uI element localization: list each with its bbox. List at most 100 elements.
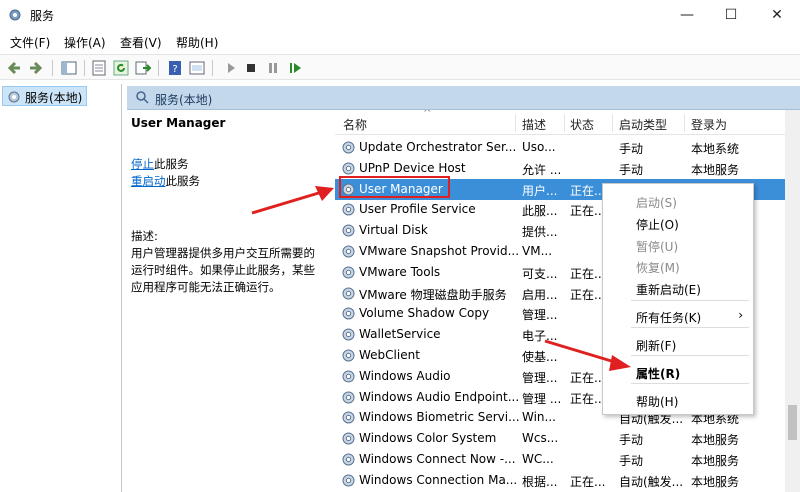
column-separator <box>684 114 685 132</box>
column-header-name[interactable]: 名称 <box>343 116 367 133</box>
context-menu-item: 恢复(M) <box>603 255 753 276</box>
service-gear-icon <box>342 391 355 404</box>
service-gear-icon <box>342 266 355 279</box>
context-menu-item[interactable]: 属性(R) <box>603 361 753 382</box>
context-menu-label: 所有任务(K) <box>636 311 702 325</box>
menu-file[interactable]: 文件(F) <box>10 34 50 51</box>
service-name: Windows Audio Endpoint... <box>359 389 519 404</box>
column-header-description[interactable]: 描述 <box>522 116 546 133</box>
service-gear-icon <box>342 328 355 341</box>
restart-link-suffix: 此服务 <box>165 174 201 188</box>
service-name: WebClient <box>359 348 420 362</box>
tree-item-label: 服务(本地) <box>25 91 83 105</box>
refresh-icon[interactable] <box>112 59 130 77</box>
menu-action[interactable]: 操作(A) <box>64 34 106 51</box>
export-list-icon[interactable] <box>134 59 152 77</box>
search-icon <box>136 91 149 104</box>
service-startup-type: 手动 <box>619 454 644 468</box>
scrollbar-thumb[interactable] <box>788 405 797 440</box>
service-gear-icon <box>342 370 355 383</box>
pane-header: 服务(本地) <box>127 86 800 110</box>
service-description: 用户... <box>522 183 558 198</box>
menu-help[interactable]: 帮助(H) <box>176 34 218 51</box>
console-tree-icon[interactable] <box>60 59 78 77</box>
service-startup-type: 手动 <box>619 162 644 177</box>
context-menu: 启动(S) 停止(O) 暂停(U) 恢复(M) 重新启动(E) 所有任务(K) › 刷新(F)… <box>602 183 754 415</box>
context-menu-label: 属性(R) <box>636 367 681 381</box>
column-header-logon[interactable]: 登录为 <box>691 116 727 133</box>
tree-item-services-local[interactable]: 服务(本地) <box>2 86 88 106</box>
description-line: 运行时组件。如果停止此服务，某些 <box>131 263 315 277</box>
submenu-arrow-icon: › <box>738 308 743 322</box>
service-row[interactable]: Windows Connect Now -... WC... 手动 本地服务 <box>335 449 785 470</box>
context-menu-item[interactable]: 所有任务(K) › <box>603 305 753 326</box>
service-description: 启用... <box>522 287 558 302</box>
sort-ascending-icon: ^ <box>423 110 432 119</box>
column-header-startup-type[interactable]: 启动类型 <box>619 116 667 133</box>
menu-view[interactable]: 查看(V) <box>120 34 162 51</box>
maximize-button[interactable]: ☐ <box>708 0 754 30</box>
stop-link-suffix: 此服务 <box>154 157 189 171</box>
context-menu-item: 暂停(U) <box>603 234 753 255</box>
back-arrow-icon[interactable] <box>6 59 24 77</box>
vertical-scrollbar[interactable] <box>785 110 800 492</box>
context-menu-label: 启动(S) <box>636 196 677 210</box>
stop-service-icon[interactable] <box>242 59 260 77</box>
service-name: VMware Tools <box>359 264 441 279</box>
context-menu-label: 停止(O) <box>636 218 679 232</box>
description-label: 描述: <box>131 229 158 243</box>
service-gear-icon <box>342 307 355 320</box>
menu-bar: 文件(F) 操作(A) 查看(V) 帮助(H) <box>0 32 800 52</box>
start-service-icon[interactable] <box>222 59 240 77</box>
service-gear-icon <box>342 162 355 175</box>
close-button[interactable]: ✕ <box>754 0 800 30</box>
context-menu-label: 重新启动(E) <box>636 283 701 297</box>
minimize-button[interactable]: — <box>664 0 710 30</box>
service-logon-as: 本地服务 <box>691 474 740 489</box>
service-startup-type: 手动 <box>619 433 644 448</box>
service-name: Update Orchestrator Ser... <box>359 140 517 154</box>
service-logon-as: 本地服务 <box>691 454 740 468</box>
service-description: Wcs... <box>522 431 559 446</box>
context-menu-label: 恢复(M) <box>636 261 680 275</box>
column-separator <box>612 114 613 132</box>
context-menu-separator <box>631 355 749 356</box>
service-description: WC... <box>522 452 554 466</box>
service-status: 正在... <box>570 474 606 489</box>
context-menu-item[interactable]: 刷新(F) <box>603 333 753 354</box>
context-menu-separator <box>631 383 749 384</box>
context-menu-label: 帮助(H) <box>636 395 679 409</box>
context-menu-item[interactable]: 帮助(H) <box>603 389 753 410</box>
toolbar: ? <box>0 54 800 80</box>
restart-service-link[interactable]: 重启动 <box>131 174 166 188</box>
service-name: Windows Color System <box>359 431 497 446</box>
service-description: Win... <box>522 410 556 425</box>
service-name: Windows Connection Ma... <box>359 472 518 487</box>
service-name: UPnP Device Host <box>359 160 466 175</box>
service-description: 允许 ... <box>522 162 562 177</box>
forward-arrow-icon[interactable] <box>26 59 44 77</box>
selected-service-title: User Manager <box>131 116 226 130</box>
title-bar: 服务 — ☐ ✕ <box>0 0 800 30</box>
service-description: 电子... <box>522 329 558 344</box>
service-row[interactable]: Windows Connection Ma... 根据... 正在... 自动(触发.… <box>335 470 785 491</box>
restart-service-icon[interactable] <box>286 59 304 77</box>
context-menu-item[interactable]: 重新启动(E) <box>603 277 753 298</box>
service-logon-as: 本地服务 <box>691 162 740 177</box>
help-icon[interactable]: ? <box>166 59 184 77</box>
pause-service-icon[interactable] <box>264 59 282 77</box>
stop-service-link[interactable]: 停止 <box>131 157 154 171</box>
service-gear-icon <box>342 411 355 424</box>
column-header-status[interactable]: 状态 <box>570 116 594 133</box>
list-view-icon[interactable] <box>90 59 108 77</box>
service-name: Virtual Disk <box>359 223 428 238</box>
context-menu-item[interactable]: 停止(O) <box>603 212 753 233</box>
service-row[interactable]: Update Orchestrator Ser... Uso... 手动 本地系统 <box>335 137 785 158</box>
window-title: 服务 <box>30 9 55 23</box>
toolbar-separator <box>52 60 53 76</box>
service-row[interactable]: Windows Color System Wcs... 手动 本地服务 <box>335 428 785 449</box>
properties-icon[interactable] <box>188 59 206 77</box>
service-description: 提供... <box>522 225 558 240</box>
service-description: Uso... <box>522 140 556 154</box>
column-header-row: ^ 名称 描述 状态 启动类型 登录为 <box>335 110 785 135</box>
